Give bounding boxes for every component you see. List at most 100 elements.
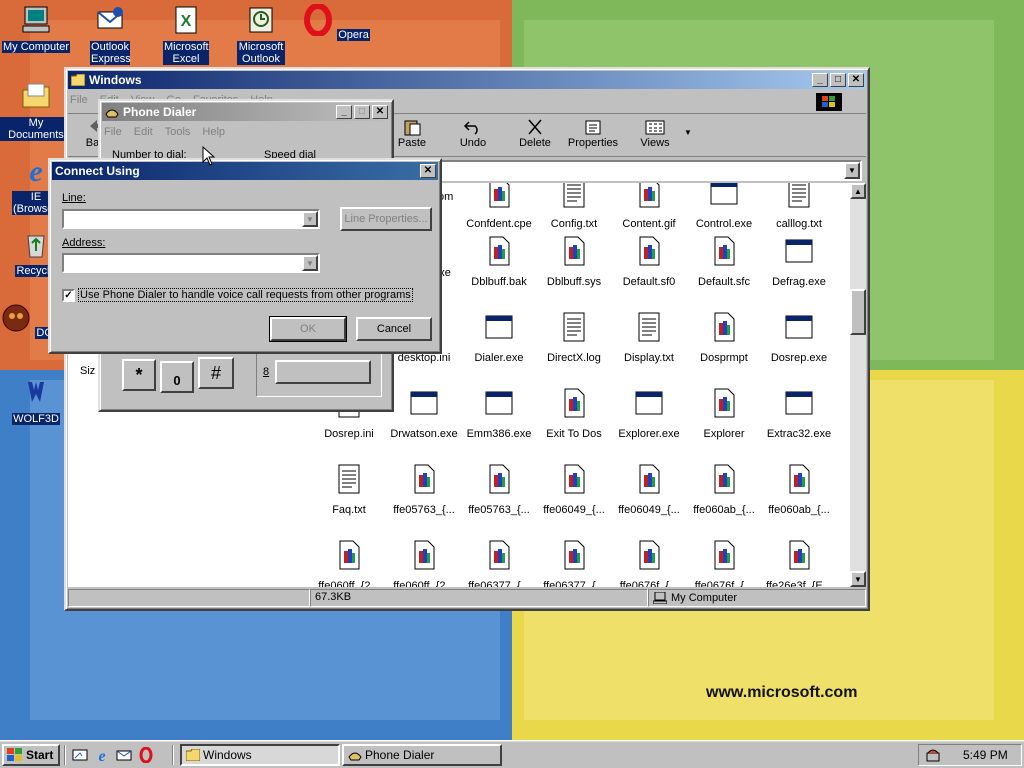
clock[interactable]: 5:49 PM [963, 748, 1008, 762]
file-item[interactable]: Explorer [686, 387, 762, 440]
file-item[interactable]: Exit To Dos [536, 387, 612, 440]
file-item[interactable]: Dblbuff.sys [536, 235, 612, 288]
file-item[interactable]: Dosprmpt [686, 311, 762, 364]
show-desktop-icon[interactable] [72, 747, 88, 763]
cancel-button[interactable]: Cancel [356, 317, 432, 341]
file-item[interactable]: DirectX.log [536, 311, 612, 364]
address-dropdown-icon[interactable]: ▼ [302, 255, 318, 271]
file-item[interactable]: Dblbuff.bak [461, 235, 537, 288]
file-item[interactable]: ffe060ff_{2... [386, 539, 462, 587]
file-item[interactable]: ffe0676f_{... [611, 539, 687, 587]
speed-dial-8-button[interactable] [275, 360, 371, 384]
line-dropdown-icon[interactable]: ▼ [302, 211, 318, 227]
file-item[interactable]: ffe060ab_{... [761, 463, 837, 516]
menu-file[interactable]: File [104, 126, 122, 138]
opera-icon[interactable] [138, 747, 154, 763]
file-item[interactable]: ffe05763_{... [386, 463, 462, 516]
minimize-button[interactable]: _ [812, 73, 828, 87]
file-item[interactable]: ffe06377_{... [536, 539, 612, 587]
desktop-icon-my-documents[interactable]: My Documents [0, 80, 72, 141]
maximize-button[interactable]: □ [830, 73, 846, 87]
ie-icon[interactable]: e [94, 747, 110, 763]
paste-icon [404, 120, 421, 136]
menu-file[interactable]: File [70, 94, 88, 106]
maximize-button[interactable]: □ [354, 105, 370, 119]
file-item[interactable]: ffe060ab_{... [686, 463, 762, 516]
address-select[interactable]: ▼ [62, 253, 320, 273]
file-icon [789, 540, 810, 570]
scroll-thumb[interactable] [850, 289, 866, 335]
file-item[interactable]: ffe06377_{... [461, 539, 537, 587]
close-button[interactable]: ✕ [372, 105, 388, 119]
outlook-express-icon[interactable] [116, 747, 132, 763]
file-item[interactable]: Drwatson.exe [386, 387, 462, 440]
file-item[interactable]: Dialer.exe [461, 311, 537, 364]
scroll-down-icon[interactable]: ▼ [850, 571, 866, 587]
close-button[interactable]: ✕ [420, 164, 436, 178]
line-properties-button[interactable]: Line Properties... [340, 207, 432, 231]
file-item[interactable]: Content.gif [611, 183, 687, 230]
minimize-button[interactable]: _ [336, 105, 352, 119]
scroll-up-icon[interactable]: ▲ [850, 183, 866, 199]
file-item[interactable]: Faq.txt [311, 463, 387, 516]
file-item-label: Config.txt [550, 218, 598, 230]
menu-help[interactable]: Help [202, 126, 225, 138]
delete-button[interactable]: Delete [510, 118, 560, 149]
file-icon [714, 388, 735, 418]
file-item[interactable]: Explorer.exe [611, 387, 687, 440]
address-bar[interactable]: ▼ [426, 160, 862, 181]
desktop-icon-opera[interactable]: Opera [300, 3, 372, 41]
file-item[interactable]: ffe0676f_{... [686, 539, 762, 587]
connect-using-titlebar[interactable]: Connect Using ✕ [52, 162, 438, 180]
file-item[interactable]: calllog.txt [761, 183, 837, 230]
desktop-icon-my-computer[interactable]: My Computer [0, 4, 72, 53]
line-select[interactable]: ▼ [62, 209, 320, 229]
taskbar-windows-button[interactable]: Windows [180, 744, 340, 766]
file-item[interactable]: Extrac32.exe [761, 387, 837, 440]
taskbar-phone-dialer-button[interactable]: Phone Dialer [342, 744, 502, 766]
desktop-icon-outlook[interactable]: Microsoft Outlook [225, 4, 297, 65]
address-dropdown-icon[interactable]: ▼ [844, 162, 860, 179]
start-button[interactable]: Start [2, 744, 60, 766]
keypad-star-button[interactable]: * [122, 359, 156, 391]
text-file-icon [788, 183, 810, 208]
file-item[interactable]: Config.txt [536, 183, 612, 230]
voice-call-checkbox-row[interactable]: ✓ Use Phone Dialer to handle voice call … [62, 288, 413, 302]
explorer-titlebar[interactable]: Windows _ □ ✕ [68, 71, 866, 89]
properties-button[interactable]: Properties [564, 118, 622, 149]
desktop-icon-excel[interactable]: X Microsoft Excel [150, 4, 222, 65]
close-button[interactable]: ✕ [848, 73, 864, 87]
file-item[interactable]: ffe05763_{... [461, 463, 537, 516]
ok-button[interactable]: OK [269, 316, 347, 342]
menu-edit[interactable]: Edit [134, 126, 153, 138]
keypad-0-button[interactable]: 0 [160, 361, 194, 393]
file-item[interactable]: ffe06049_{... [536, 463, 612, 516]
wolf3d-icon [28, 382, 44, 402]
views-button[interactable]: Views [630, 118, 680, 149]
file-item[interactable]: Display.txt [611, 311, 687, 364]
desktop-icon-outlook-express[interactable]: Outlook Express [74, 4, 146, 65]
file-icon [714, 464, 735, 494]
file-item[interactable]: Control.exe [686, 183, 762, 230]
microsoft-url: www.microsoft.com [706, 684, 858, 701]
file-item[interactable]: Default.sfc [686, 235, 762, 288]
paste-button[interactable]: Paste [388, 118, 436, 149]
file-item[interactable]: ffe06049_{... [611, 463, 687, 516]
desktop-icon-wolf3d[interactable]: WOLF3D [0, 376, 72, 425]
keypad-hash-button[interactable]: # [198, 357, 234, 389]
phone-tray-icon[interactable] [925, 747, 941, 763]
file-item[interactable]: ffe060ff_{2... [311, 539, 387, 587]
file-item[interactable]: Defrag.exe [761, 235, 837, 288]
file-item[interactable]: ffe26e3f_{E... [761, 539, 837, 587]
file-item[interactable]: Dosrep.exe [761, 311, 837, 364]
undo-button[interactable]: Undo [448, 118, 498, 149]
file-item[interactable]: Default.sf0 [611, 235, 687, 288]
menu-tools[interactable]: Tools [165, 126, 191, 138]
quick-launch: e [72, 747, 154, 763]
voice-call-checkbox[interactable]: ✓ [62, 288, 75, 302]
file-item[interactable]: Confdent.cpe [461, 183, 537, 230]
views-dropdown-arrow-icon[interactable]: ▼ [684, 128, 692, 137]
file-item[interactable]: Emm386.exe [461, 387, 537, 440]
phone-dialer-titlebar[interactable]: Phone Dialer _ □ ✕ [102, 103, 390, 121]
vertical-scrollbar[interactable]: ▲ ▼ [850, 183, 866, 587]
